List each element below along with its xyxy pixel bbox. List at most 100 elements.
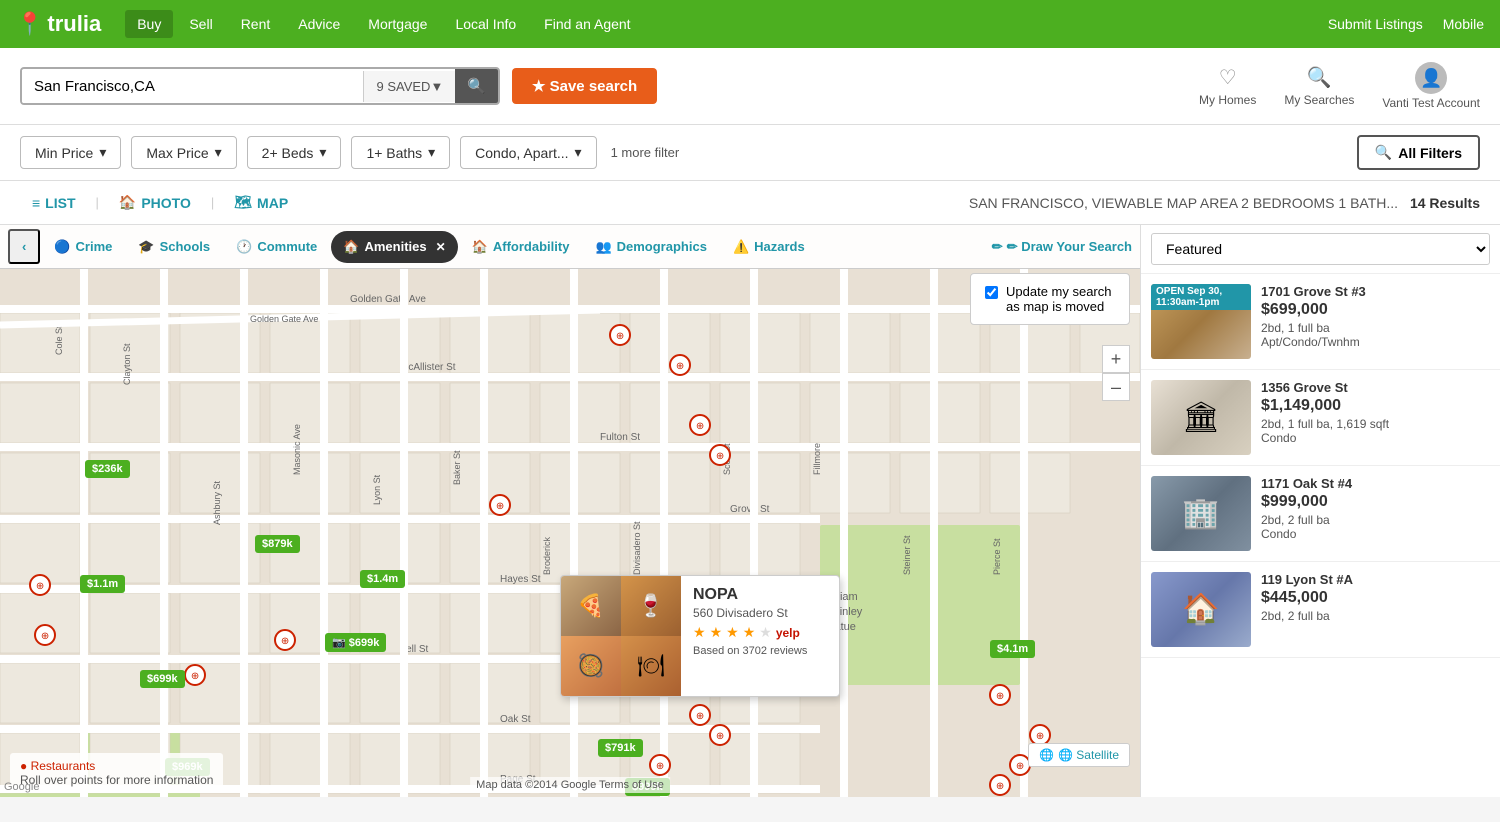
heart-icon: ♡ <box>1219 65 1237 90</box>
map-tab-affordability[interactable]: 🏠 Affordability <box>460 231 582 263</box>
featured-select-wrap: Featured Newest Price: Low to High Price… <box>1141 225 1500 274</box>
sort-select[interactable]: Featured Newest Price: Low to High Price… <box>1151 233 1490 265</box>
nav-sell[interactable]: Sell <box>177 10 224 38</box>
nav-rent[interactable]: Rent <box>229 10 283 38</box>
listing-card-3[interactable]: 🏢 1171 Oak St #4 $999,000 2bd, 2 full ba… <box>1141 466 1500 562</box>
listing-details-1: 2bd, 1 full ba Apt/Condo/Twnhm <box>1261 321 1490 349</box>
type-filter[interactable]: Condo, Apart... ▾ <box>460 136 596 169</box>
nav-find-agent[interactable]: Find an Agent <box>532 10 642 38</box>
logo-pin-icon: 📍 <box>16 11 43 37</box>
listing-thumb-1: OPEN Sep 30, 11:30am-1pm <box>1151 284 1251 359</box>
listing-card-4[interactable]: 🏠 119 Lyon St #A $445,000 2bd, 2 full ba <box>1141 562 1500 658</box>
max-price-filter[interactable]: Max Price ▾ <box>131 136 236 169</box>
location-search-input[interactable] <box>22 70 363 103</box>
map-tab-hazards[interactable]: ⚠️ Hazards <box>721 231 817 263</box>
listing-thumb-4: 🏠 <box>1151 572 1251 647</box>
nav-links: Buy Sell Rent Advice Mortgage Local Info… <box>125 10 642 38</box>
price-label-236k[interactable]: $236k <box>85 460 130 478</box>
map-tab-prev[interactable]: ‹ <box>8 229 40 264</box>
star-3: ★ <box>726 624 739 641</box>
more-filter-label: 1 more filter <box>611 145 680 160</box>
zoom-controls: + – <box>1102 345 1130 401</box>
user-account-link[interactable]: 👤 Vanti Test Account <box>1382 62 1480 110</box>
svg-text:Cole St: Cole St <box>54 325 64 355</box>
map-tab-crime[interactable]: 🔵 Crime <box>42 231 124 263</box>
update-search-checkbox[interactable] <box>985 286 998 299</box>
listing-card-2[interactable]: 🏛 1356 Grove St $1,149,000 2bd, 1 full b… <box>1141 370 1500 466</box>
photo-icon: 🏠 <box>119 194 136 211</box>
star-empty: ★ <box>759 624 772 641</box>
listing-info-4: 119 Lyon St #A $445,000 2bd, 2 full ba <box>1261 572 1490 647</box>
svg-text:⊕: ⊕ <box>716 731 724 742</box>
price-label-11m[interactable]: $1.1m <box>80 575 125 593</box>
popup-reviews: Based on 3702 reviews <box>693 645 807 657</box>
account-label: Vanti Test Account <box>1382 96 1480 110</box>
map-tab-schools[interactable]: 🎓 Schools <box>126 231 222 263</box>
svg-text:McAllister St: McAllister St <box>400 362 456 373</box>
photo-view-button[interactable]: 🏠 PHOTO <box>107 189 203 216</box>
price-label-14m[interactable]: $1.4m <box>360 570 405 588</box>
star-half: ★ <box>743 624 756 641</box>
satellite-button[interactable]: 🌐 🌐 Satellite <box>1028 743 1130 767</box>
draw-search-link[interactable]: ✏ ✏ Draw Your Search <box>992 239 1132 255</box>
chevron-down-icon: ▾ <box>575 144 582 161</box>
price-label-699k[interactable]: $699k <box>140 670 185 688</box>
zoom-in-button[interactable]: + <box>1102 345 1130 373</box>
popup-image-1: 🍕 <box>561 576 621 636</box>
my-searches-link[interactable]: 🔍 My Searches <box>1284 65 1354 107</box>
svg-text:⊕: ⊕ <box>696 421 704 432</box>
commute-icon: 🕐 <box>236 239 252 255</box>
listing-thumb-3: 🏢 <box>1151 476 1251 551</box>
nav-buy[interactable]: Buy <box>125 10 173 38</box>
affordability-icon: 🏠 <box>472 239 488 255</box>
tab-close-icon[interactable]: ✕ <box>436 240 446 254</box>
svg-text:Steiner St: Steiner St <box>902 535 912 575</box>
svg-text:Oak St: Oak St <box>500 714 531 725</box>
baths-filter[interactable]: 1+ Baths ▾ <box>351 136 450 169</box>
list-view-button[interactable]: ≡ LIST <box>20 190 88 216</box>
map-tab-demographics[interactable]: 👥 Demographics <box>583 231 719 263</box>
nav-mobile[interactable]: Mobile <box>1443 16 1484 32</box>
price-label-879k[interactable]: $879k <box>255 535 300 553</box>
saved-searches-badge[interactable]: 9 SAVED▼ <box>363 71 455 102</box>
yelp-label[interactable]: yelp <box>776 626 800 640</box>
zoom-out-button[interactable]: – <box>1102 373 1130 401</box>
my-searches-label: My Searches <box>1284 93 1354 107</box>
popup-images: 🍕 🍷 🥘 🍽 <box>561 576 681 696</box>
nav-advice[interactable]: Advice <box>286 10 352 38</box>
svg-text:⊕: ⊕ <box>36 581 44 592</box>
min-price-filter[interactable]: Min Price ▾ <box>20 136 121 169</box>
nav-submit-listings[interactable]: Submit Listings <box>1328 16 1423 32</box>
svg-text:⊕: ⊕ <box>616 331 624 342</box>
price-label-41m[interactable]: $4.1m <box>990 640 1035 658</box>
price-label-699k-camera[interactable]: 📷 $699k <box>325 633 386 652</box>
search-icon: 🔍 <box>1375 144 1392 161</box>
search-submit-button[interactable]: 🔍 <box>455 69 498 103</box>
listing-address-3: 1171 Oak St #4 <box>1261 476 1490 491</box>
my-homes-link[interactable]: ♡ My Homes <box>1199 65 1256 107</box>
price-label-791k[interactable]: $791k <box>598 739 643 757</box>
map-view-button[interactable]: 🗺 MAP <box>222 189 300 216</box>
satellite-icon: 🌐 <box>1039 748 1054 762</box>
filters-row: Min Price ▾ Max Price ▾ 2+ Beds ▾ 1+ Bat… <box>0 125 1500 181</box>
map-tab-amenities[interactable]: 🏠 Amenities ✕ <box>331 231 457 263</box>
listing-card-1[interactable]: OPEN Sep 30, 11:30am-1pm 1701 Grove St #… <box>1141 274 1500 370</box>
svg-text:Divisadero St: Divisadero St <box>632 521 642 575</box>
hazards-icon: ⚠️ <box>733 239 749 255</box>
list-icon: ≡ <box>32 195 40 211</box>
listing-address-2: 1356 Grove St <box>1261 380 1490 395</box>
map-container[interactable]: ‹ 🔵 Crime 🎓 Schools 🕐 Commute 🏠 Amenitie… <box>0 225 1140 797</box>
save-search-button[interactable]: ★ Save search <box>512 68 657 104</box>
nav-local-info[interactable]: Local Info <box>443 10 528 38</box>
beds-filter[interactable]: 2+ Beds ▾ <box>247 136 342 169</box>
listing-details-3: 2bd, 2 full ba Condo <box>1261 513 1490 541</box>
update-search-label: Update my search as map is moved <box>1006 284 1115 314</box>
nav-mortgage[interactable]: Mortgage <box>356 10 439 38</box>
popup-info: NOPA 560 Divisadero St ★ ★ ★ ★ ★ yelp Ba… <box>681 576 819 696</box>
update-search-box: Update my search as map is moved <box>970 273 1130 325</box>
chevron-down-icon: ▾ <box>215 144 222 161</box>
listing-price-4: $445,000 <box>1261 589 1490 607</box>
map-tab-commute[interactable]: 🕐 Commute <box>224 231 329 263</box>
trulia-logo[interactable]: 📍 trulia <box>16 11 101 37</box>
all-filters-button[interactable]: 🔍 All Filters <box>1357 135 1480 170</box>
